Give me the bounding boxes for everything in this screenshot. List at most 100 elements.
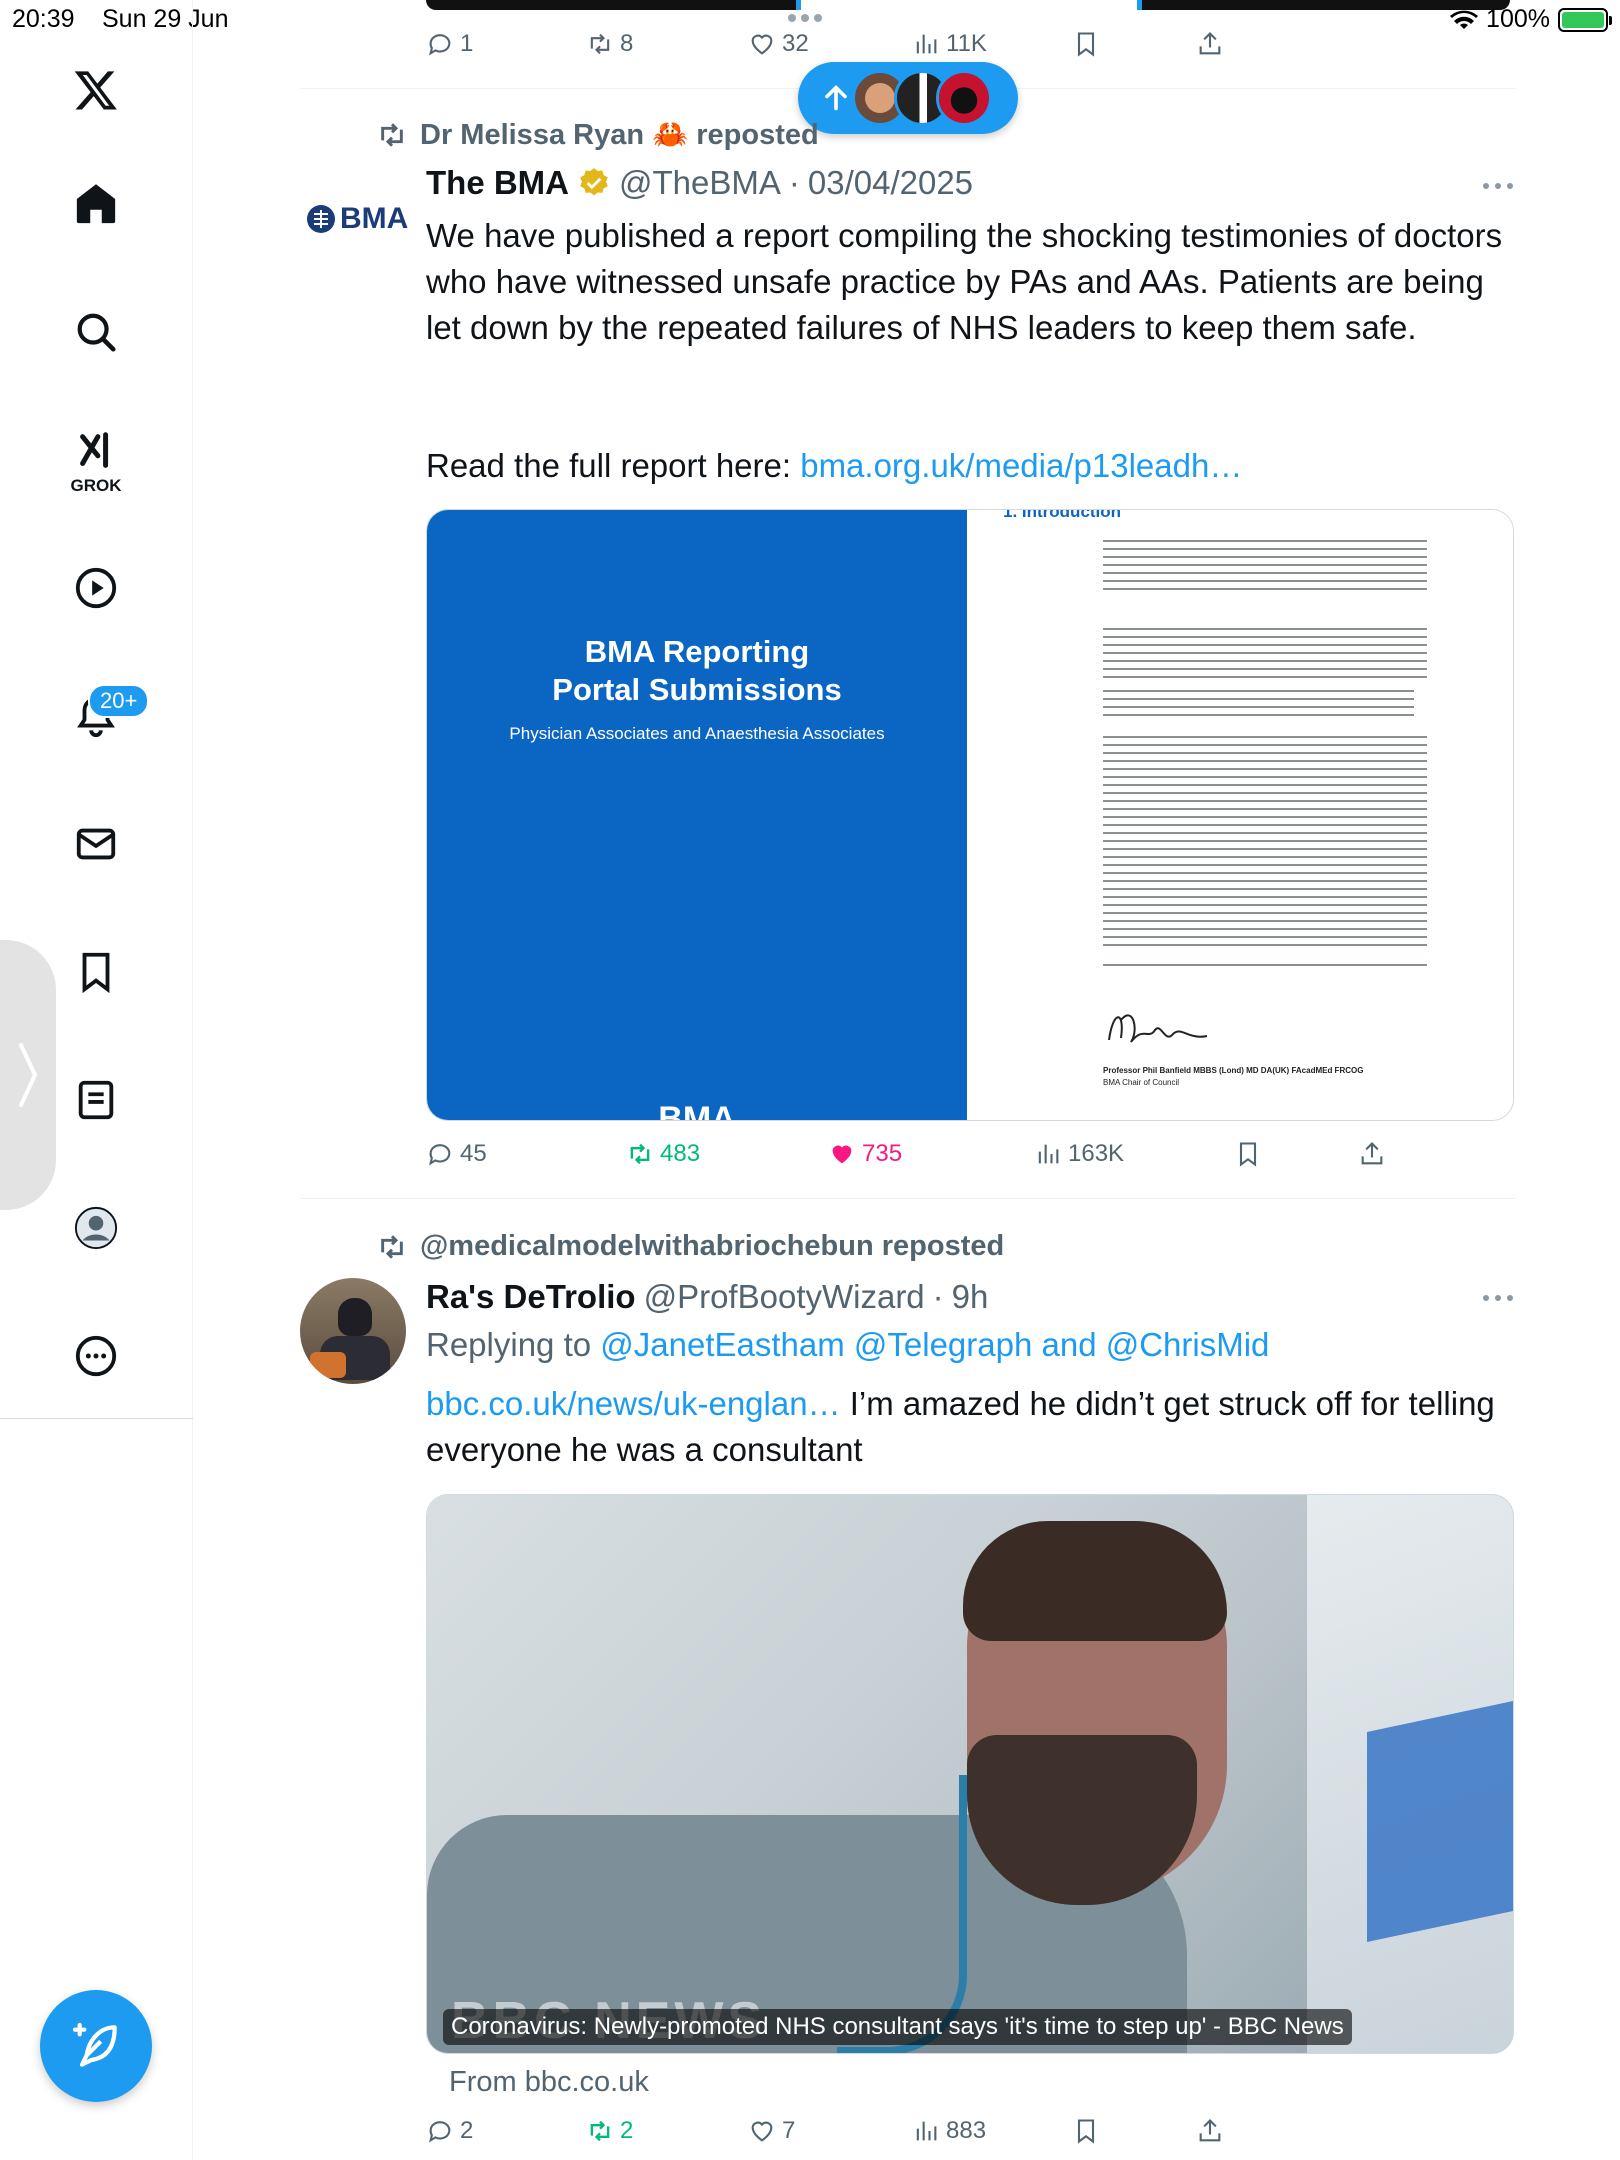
bookmark-button[interactable] [1072, 30, 1100, 58]
tweet2-actions: 2 2 7 883 [426, 2117, 1516, 2157]
tweet1-header: The BMA @TheBMA · 03/04/2025 [426, 164, 973, 202]
doc-heading: 1. Introduction [1003, 509, 1122, 521]
feather-plus-icon [72, 2022, 117, 2067]
share-button[interactable] [1358, 1140, 1386, 1168]
views-button[interactable]: 11K [912, 30, 987, 58]
user-avatar[interactable] [300, 1278, 406, 1384]
replying-to-line: Replying to @JanetEastham @Telegraph and… [426, 1322, 1506, 1368]
display-name[interactable]: The BMA [426, 164, 569, 202]
heart-filled-icon [832, 1145, 852, 1164]
reply-button[interactable]: 2 [426, 2117, 473, 2145]
share-button[interactable] [1196, 30, 1224, 58]
views-bar-chart-icon [1038, 1144, 1059, 1164]
report-page: 1. Introduction Professor Phil Banfield … [967, 509, 1513, 1120]
repost-button[interactable]: 8 [586, 30, 633, 58]
heart-icon [751, 34, 773, 55]
reply-count: 1 [460, 30, 474, 57]
reply-count: 2 [460, 2117, 474, 2144]
home-icon[interactable] [56, 164, 136, 244]
link-card-image[interactable]: BBC NEWS Coronavirus: Newly-promoted NHS… [426, 1494, 1514, 2054]
reply-button[interactable]: 45 [426, 1140, 487, 1168]
tweet1-text: We have published a report compiling the… [426, 217, 1503, 346]
reposted-by-text: @medicalmodelwithabriochebun reposted [420, 1230, 1005, 1262]
reply-icon [429, 34, 451, 56]
post-date[interactable]: 03/04/2025 [808, 164, 973, 202]
doc-signatory: Professor Phil Banfield MBBS (Lond) MD D… [1103, 1066, 1364, 1075]
repost-button[interactable]: 2 [586, 2117, 633, 2145]
top-media-edge-highlight [796, 0, 1142, 10]
like-button[interactable]: 32 [748, 30, 809, 58]
tweet2-text: bbc.co.uk/news/uk-englan… I’m amazed he … [426, 1381, 1506, 1473]
share-icon [1361, 1142, 1383, 1165]
views-button[interactable]: 163K [1034, 1140, 1124, 1168]
more-options-icon[interactable] [56, 1316, 136, 1396]
heart-icon [751, 2121, 773, 2142]
handle[interactable]: @TheBMA [619, 164, 781, 202]
sidebar-expand-handle[interactable] [0, 940, 56, 1210]
handle[interactable]: @ProfBootyWizard [644, 1278, 925, 1316]
bookmark-button[interactable] [1234, 1140, 1262, 1168]
doc-text-lines [1103, 540, 1427, 970]
report-link[interactable]: bma.org.uk/media/p13leadh… [800, 447, 1242, 484]
card-photo-hair [963, 1521, 1227, 1641]
new-posts-pill[interactable] [798, 62, 1018, 134]
more-dots-icon[interactable] [1478, 176, 1518, 196]
separator [300, 1198, 1516, 1199]
reposted-by-text: Dr Melissa Ryan 🦀 reposted [420, 119, 819, 151]
like-count: 735 [862, 1140, 903, 1167]
like-button[interactable]: 735 [828, 1140, 902, 1168]
views-bar-chart-icon [916, 2121, 937, 2141]
signature-image [1108, 1014, 1208, 1043]
share-icon [1199, 2119, 1221, 2142]
bbc-link[interactable]: bbc.co.uk/news/uk-englan… [426, 1385, 841, 1422]
repost-count: 8 [620, 30, 634, 57]
tweet1-actions: 45 483 735 163K [426, 1140, 1516, 1180]
compose-post-button[interactable] [40, 1990, 152, 2102]
tweet2-header: Ra's DeTrolio @ProfBootyWizard · 9h [426, 1278, 988, 1316]
views-button[interactable]: 883 [912, 2117, 986, 2145]
search-icon[interactable] [56, 292, 136, 372]
cover-subtitle: Physician Associates and Anaesthesia Ass… [509, 724, 885, 743]
reply-icon [429, 2121, 451, 2143]
messages-envelope-icon[interactable] [56, 804, 136, 884]
like-count: 7 [782, 2117, 796, 2144]
bookmark-icon [1239, 1142, 1257, 1167]
lists-icon[interactable] [56, 1060, 136, 1140]
display-name[interactable]: Ra's DeTrolio [426, 1278, 636, 1316]
repost-icon [630, 1143, 650, 1165]
bookmarks-icon[interactable] [56, 932, 136, 1012]
card-source: From bbc.co.uk [449, 2066, 649, 2098]
cover-title-2: Portal Submissions [552, 672, 842, 707]
cover-logo: BMA [658, 1100, 736, 1121]
arrow-up-icon [825, 84, 847, 111]
repost-icon [590, 2120, 610, 2142]
report-image[interactable]: BMA Reporting Portal Submissions Physici… [426, 509, 1514, 1121]
dot-separator: · [932, 1278, 944, 1315]
replying-to-handles[interactable]: @JanetEastham @Telegraph and @ChrisMid [600, 1326, 1269, 1363]
bma-logo-text: BMA [340, 202, 409, 235]
share-button[interactable] [1196, 2117, 1224, 2145]
wifi-icon [1450, 10, 1479, 29]
reposted-by-line[interactable]: Dr Melissa Ryan 🦀 reposted [376, 118, 819, 152]
x-logo-icon[interactable] [56, 50, 136, 130]
bma-avatar[interactable]: BMA [306, 202, 408, 236]
repost-button[interactable]: 483 [626, 1140, 700, 1168]
report-cover: BMA Reporting Portal Submissions Physici… [427, 510, 967, 1121]
bookmark-icon [1077, 32, 1095, 57]
notification-badge: 20+ [88, 684, 150, 718]
grok-label: GROK [70, 476, 122, 495]
bookmark-icon [1077, 2119, 1095, 2144]
like-button[interactable]: 7 [748, 2117, 795, 2145]
repost-icon [381, 1234, 403, 1259]
repost-count: 2 [620, 2117, 634, 2144]
more-dots-icon[interactable] [1478, 1288, 1518, 1308]
profile-avatar-icon[interactable] [56, 1188, 136, 1268]
repost-icon [590, 33, 610, 55]
reposted-by-line[interactable]: @medicalmodelwithabriochebun reposted [376, 1230, 1004, 1263]
reply-count: 45 [460, 1140, 487, 1167]
post-time[interactable]: 9h [952, 1278, 989, 1316]
video-play-icon[interactable] [56, 548, 136, 628]
bookmark-button[interactable] [1072, 2117, 1100, 2145]
reply-button[interactable]: 1 [426, 30, 473, 58]
replying-to-prefix: Replying to [426, 1326, 601, 1363]
